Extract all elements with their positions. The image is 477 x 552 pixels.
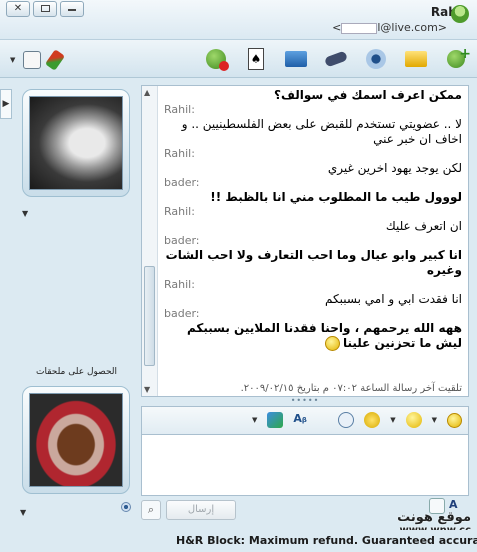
scroll-up-icon[interactable]: ▲ (144, 88, 150, 97)
voice-clip-icon[interactable] (364, 412, 381, 428)
emoticon-icon[interactable] (447, 412, 462, 428)
message-sender: bader: (164, 234, 200, 247)
restore-button[interactable] (33, 1, 57, 17)
message-sender: Rahil: (164, 278, 195, 291)
contact-avatar-frame[interactable] (22, 89, 130, 197)
smiley-emoticon-icon (324, 336, 340, 351)
contact-email: < l@live.com> (332, 21, 447, 34)
wink-dropdown-icon[interactable]: ▼ (390, 416, 395, 424)
wink-smiley-icon[interactable] (405, 412, 422, 428)
message-input[interactable] (141, 434, 469, 496)
video-icon[interactable] (283, 46, 309, 72)
nudge-icon[interactable] (338, 412, 355, 428)
message-text: لا .. عضويتي تستخدم للقبض على بعض الفلسط… (164, 117, 462, 147)
webcam-status-icon (121, 502, 131, 512)
paint-icon[interactable] (45, 49, 66, 71)
toolbar-right: ♠ + (203, 46, 471, 72)
contact-avatar (29, 96, 123, 190)
watermark-title: موقع هونت (397, 510, 471, 525)
message-text-content: ممكن اعرف اسمك في سوالف؟ (273, 88, 462, 102)
games-icon[interactable]: ♠ (243, 46, 269, 72)
contact-avatar-dropdown-icon[interactable]: ▼ (22, 209, 28, 218)
message-sender: bader: (164, 307, 200, 320)
menu-dropdown-icon[interactable]: ▼ (10, 56, 15, 64)
emoticon-dropdown-icon[interactable]: ▼ (432, 416, 437, 424)
input-toolbar-left: ▼ Aᵦ (252, 412, 309, 428)
close-button[interactable]: ✕ (6, 1, 30, 17)
input-toolbar: ▼ Aᵦ ▼ ▼ (141, 406, 469, 434)
conversation-history[interactable]: ▲ ▼ ممكن اعرف اسمك في سوالف؟ Rahil: لا .. … (141, 85, 469, 397)
send-button[interactable]: إرسال (166, 500, 236, 520)
activities-icon[interactable] (23, 51, 42, 69)
input-toolbar-right: ▼ ▼ (338, 412, 462, 428)
scroll-down-icon[interactable]: ▼ (144, 385, 150, 394)
last-message-timestamp: تلقيت آخر رسالة الساعة ٠٧:٠٢ م بتاريخ ٢٠… (240, 383, 462, 394)
message-sender: Rahil: (164, 205, 195, 218)
contact-email-suffix: l@live.com> (377, 21, 447, 34)
expand-sidebar-button[interactable]: ▶ (0, 89, 12, 119)
message-text: ممكن اعرف اسمك في سوالف؟ (164, 88, 462, 103)
title-bar: ✕ Rahil < l@live.com> (0, 0, 477, 40)
message-text: انا كبير وابو عيال وما احب التعارف ولا ا… (164, 248, 462, 278)
message-text-content: لووول طيب ما المطلوب مني انا بالظبط !! (210, 190, 462, 204)
minimize-button[interactable] (60, 1, 84, 17)
pane-splitter[interactable]: ••••• (141, 397, 469, 405)
message-sender: Rahil: (164, 103, 195, 116)
message-text: ههه الله يرحمهم ، واحنا فقدنا الملايين ب… (164, 321, 462, 351)
ad-banner[interactable]: H&R Block: Maximum refund. Guaranteed ac… (0, 530, 477, 552)
message-text: لووول طيب ما المطلوب مني انا بالظبط !! (164, 190, 462, 205)
chevron-right-icon: ▶ (2, 99, 10, 109)
message-text: انا فقدت ابي و امي بسببكم (164, 292, 462, 307)
restore-icon (40, 5, 50, 12)
message-text-content: لا .. عضويتي تستخدم للقبض على بعض الفلسط… (181, 117, 462, 146)
call-icon[interactable] (323, 46, 349, 72)
share-folder-icon[interactable] (403, 46, 429, 72)
toolbar-left: ▼ (10, 49, 66, 71)
message-text-content: ان اتعرف عليك (385, 219, 462, 233)
online-status-icon (451, 5, 469, 23)
user-avatar-frame[interactable] (22, 386, 130, 494)
block-contact-icon[interactable] (203, 46, 229, 72)
window-controls: ✕ (6, 1, 84, 17)
contact-header: Rahil < l@live.com> (332, 5, 469, 34)
font-style-icon[interactable]: Aᵦ (293, 412, 309, 428)
minimize-icon (68, 9, 76, 11)
font-dropdown-icon[interactable]: ▼ (252, 416, 257, 424)
message-text-content: انا كبير وابو عيال وما احب التعارف ولا ا… (165, 248, 462, 277)
scroll-thumb[interactable] (144, 266, 155, 366)
message-list: ممكن اعرف اسمك في سوالف؟ Rahil: لا .. عضوي… (164, 88, 462, 351)
user-avatar (29, 393, 123, 487)
history-scrollbar[interactable]: ▲ ▼ (142, 86, 158, 396)
contact-email-prefix: < (332, 21, 342, 34)
user-avatar-dropdown-icon[interactable]: ▼ (20, 508, 26, 517)
message-text: لكن يوجد يهود اخرين غيري (164, 161, 462, 176)
search-button[interactable]: ⌕ (141, 500, 161, 520)
message-text-content: لكن يوجد يهود اخرين غيري (327, 161, 462, 175)
get-extras-label[interactable]: الحصول على ملحقات (36, 367, 117, 377)
add-contact-icon[interactable]: + (443, 46, 471, 72)
message-sender: Rahil: (164, 147, 195, 160)
message-text: ان اتعرف عليك (164, 219, 462, 234)
email-redaction (341, 22, 378, 34)
message-text-content: انا فقدت ابي و امي بسببكم (325, 292, 462, 306)
message-sender: bader: (164, 176, 200, 189)
wink-icon[interactable] (267, 412, 284, 428)
left-column: ▶ ▼ الحصول على ملحقات (0, 79, 140, 519)
conversation-toolbar: ▼ ♠ + (0, 40, 477, 78)
webcam-icon[interactable] (363, 46, 389, 72)
